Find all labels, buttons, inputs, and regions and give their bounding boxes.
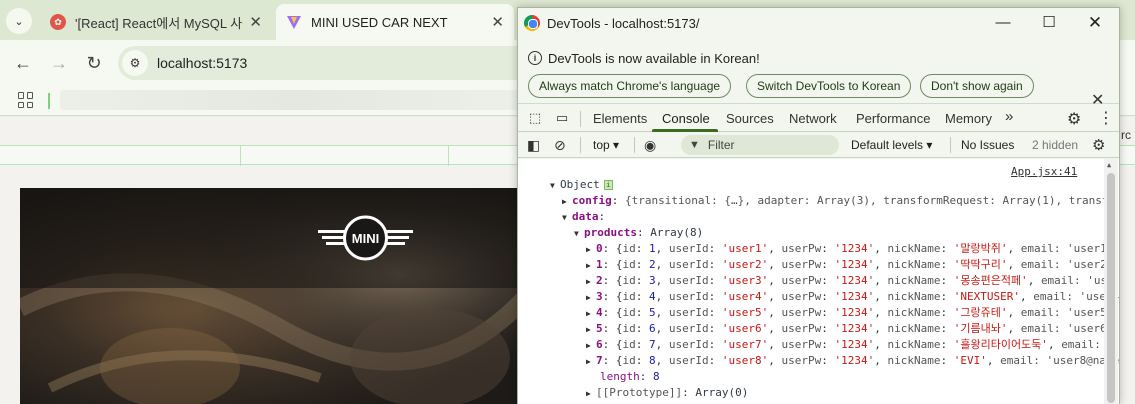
tab-sources[interactable]: Sources <box>726 111 774 126</box>
product-row[interactable]: ▶ 6: {id: 7, userId: 'user7', userPw: '12… <box>586 337 1101 353</box>
collapsed-arrow-icon[interactable]: ▶ <box>586 274 596 290</box>
url-text[interactable]: localhost:5173 <box>157 55 247 71</box>
product-row[interactable]: ▶ 1: {id: 2, userId: 'user2', userPw: '12… <box>586 257 1113 273</box>
tab-title: MINI USED CAR NEXT <box>311 14 448 30</box>
kebab-menu-icon[interactable]: ⋮ <box>1098 108 1114 128</box>
filter-placeholder: Filter <box>707 138 735 152</box>
info-badge-icon[interactable]: i <box>603 180 613 190</box>
scroll-up-arrow-icon[interactable]: ▲ <box>1107 161 1111 169</box>
offscreen-text-fragment: rc <box>1121 128 1131 142</box>
log-levels-dropdown[interactable]: Default levels ▾ <box>851 138 932 152</box>
apps-grid-icon[interactable] <box>18 92 34 108</box>
language-infobar: i DevTools is now available in Korean! A… <box>518 38 1119 109</box>
close-icon[interactable]: ✕ <box>1084 12 1106 34</box>
source-link[interactable]: App.jsx:41 <box>1011 165 1077 178</box>
info-icon: i <box>528 51 542 65</box>
product-row[interactable]: ▶ 5: {id: 6, userId: 'user6', userPw: '12… <box>586 321 1113 337</box>
tab-memory[interactable]: Memory <box>945 111 992 126</box>
minimize-icon[interactable]: — <box>992 12 1014 34</box>
collapsed-arrow-icon[interactable]: ▶ <box>586 386 596 402</box>
vite-favicon-icon <box>287 16 301 29</box>
back-arrow-icon[interactable]: ← <box>12 52 34 74</box>
product-row[interactable]: ▶ 7: {id: 8, userId: 'user8', userPw: '12… <box>586 353 1119 369</box>
config-row[interactable]: ▶ config: {transitional: {…}, adapter: Ar… <box>562 193 1115 209</box>
tab-mini-used-car[interactable]: MINI USED CAR NEXT ✕ <box>276 4 514 40</box>
devtools-panel-tabs: ⬚ ▭ Elements Console Sources Network Per… <box>518 105 1119 132</box>
blurred-bookmarks <box>60 90 540 110</box>
mini-logo-text: MINI <box>352 231 379 246</box>
length-row: length: 8 <box>600 370 660 383</box>
tab-react-mysql[interactable]: ✿ '[React] React에서 MySQL 사용 ✕ <box>40 4 272 40</box>
tab-search-button[interactable]: ⌄ <box>6 8 32 34</box>
tab-elements[interactable]: Elements <box>593 111 647 126</box>
inspect-element-icon[interactable]: ⬚ <box>527 110 543 126</box>
console-toolbar: ◧ ⊘ top ▾ ◉ ▼ Filter Default levels ▾ No… <box>518 132 1119 158</box>
scroll-thumb[interactable] <box>1107 173 1115 403</box>
collapsed-arrow-icon[interactable]: ▶ <box>586 242 596 258</box>
products-row[interactable]: ▼ products: Array(8) <box>574 225 703 241</box>
chevron-down-icon: ⌄ <box>14 15 24 28</box>
maximize-icon[interactable]: ☐ <box>1038 12 1060 34</box>
expand-arrow-icon[interactable]: ▼ <box>550 178 560 194</box>
collapsed-arrow-icon[interactable]: ▶ <box>586 258 596 274</box>
chrome-logo-icon <box>524 15 540 31</box>
console-scrollbar[interactable]: ▲ <box>1104 159 1118 404</box>
console-output: App.jsx:41 ▼ Object i ▶ config: {transition… <box>518 159 1119 404</box>
live-expression-eye-icon[interactable]: ◉ <box>644 137 656 153</box>
match-chrome-language-button[interactable]: Always match Chrome's language <box>528 74 732 98</box>
device-toolbar-icon[interactable]: ▭ <box>554 110 570 126</box>
more-tabs-chevron-icon[interactable]: » <box>1005 108 1013 125</box>
filter-funnel-icon: ▼ <box>689 139 700 151</box>
product-row[interactable]: ▶ 4: {id: 5, userId: 'user5', userPw: '12… <box>586 305 1113 321</box>
console-settings-gear-icon[interactable]: ⚙ <box>1092 136 1105 154</box>
collapsed-arrow-icon[interactable]: ▶ <box>586 290 596 306</box>
switch-to-korean-button[interactable]: Switch DevTools to Korean <box>746 74 912 98</box>
product-row[interactable]: ▶ 3: {id: 4, userId: 'user4', userPw: '12… <box>586 289 1119 305</box>
devtools-titlebar: DevTools - localhost:5173/ — ☐ ✕ <box>518 8 1119 38</box>
reload-icon[interactable]: ↻ <box>83 52 105 74</box>
clear-console-icon[interactable]: ⊘ <box>554 137 566 153</box>
site-info-icon[interactable]: ⚙ <box>122 50 148 76</box>
tab-performance[interactable]: Performance <box>856 111 930 126</box>
collapsed-arrow-icon[interactable]: ▶ <box>586 354 596 370</box>
sidebar-toggle-icon[interactable]: ◧ <box>527 137 540 153</box>
hero-banner: MINI <box>20 188 525 404</box>
prototype-row[interactable]: ▶ [[Prototype]]: Array(0) <box>586 385 748 401</box>
address-bar[interactable]: ⚙ localhost:5173 <box>118 46 538 80</box>
context-select[interactable]: top ▾ <box>593 138 619 152</box>
infobar-message: DevTools is now available in Korean! <box>548 51 760 66</box>
collapsed-arrow-icon[interactable]: ▶ <box>562 194 572 210</box>
tab-network[interactable]: Network <box>789 111 837 126</box>
tab-console[interactable]: Console <box>662 111 710 126</box>
hidden-messages-count: 2 hidden <box>1032 138 1079 152</box>
tab-title: '[React] React에서 MySQL 사용 <box>75 15 244 31</box>
expand-arrow-icon[interactable]: ▼ <box>574 226 584 242</box>
filter-input[interactable]: ▼ Filter <box>681 135 839 155</box>
hero-header-overlay <box>20 188 525 288</box>
product-row[interactable]: ▶ 0: {id: 1, userId: 'user1', userPw: '12… <box>586 241 1113 257</box>
tistory-favicon-icon: ✿ <box>50 14 66 30</box>
mini-logo[interactable]: MINI <box>318 212 413 264</box>
dont-show-again-button[interactable]: Don't show again <box>920 74 1034 98</box>
product-row[interactable]: ▶ 2: {id: 3, userId: 'user3', userPw: '12… <box>586 273 1107 289</box>
bookmarks-divider <box>48 93 50 109</box>
devtools-window: DevTools - localhost:5173/ — ☐ ✕ i DevTo… <box>517 7 1120 404</box>
devtools-title: DevTools - localhost:5173/ <box>547 15 700 31</box>
close-icon[interactable]: ✕ <box>249 13 262 31</box>
collapsed-arrow-icon[interactable]: ▶ <box>586 306 596 322</box>
expand-arrow-icon[interactable]: ▼ <box>562 210 572 226</box>
close-icon[interactable]: ✕ <box>491 13 504 31</box>
forward-arrow-icon[interactable]: → <box>48 52 70 74</box>
settings-gear-icon[interactable]: ⚙ <box>1067 109 1081 129</box>
object-root-row[interactable]: ▼ Object i <box>550 177 613 193</box>
collapsed-arrow-icon[interactable]: ▶ <box>586 322 596 338</box>
data-row[interactable]: ▼ data: <box>562 209 605 225</box>
collapsed-arrow-icon[interactable]: ▶ <box>586 338 596 354</box>
issues-counter[interactable]: No Issues <box>961 138 1014 152</box>
